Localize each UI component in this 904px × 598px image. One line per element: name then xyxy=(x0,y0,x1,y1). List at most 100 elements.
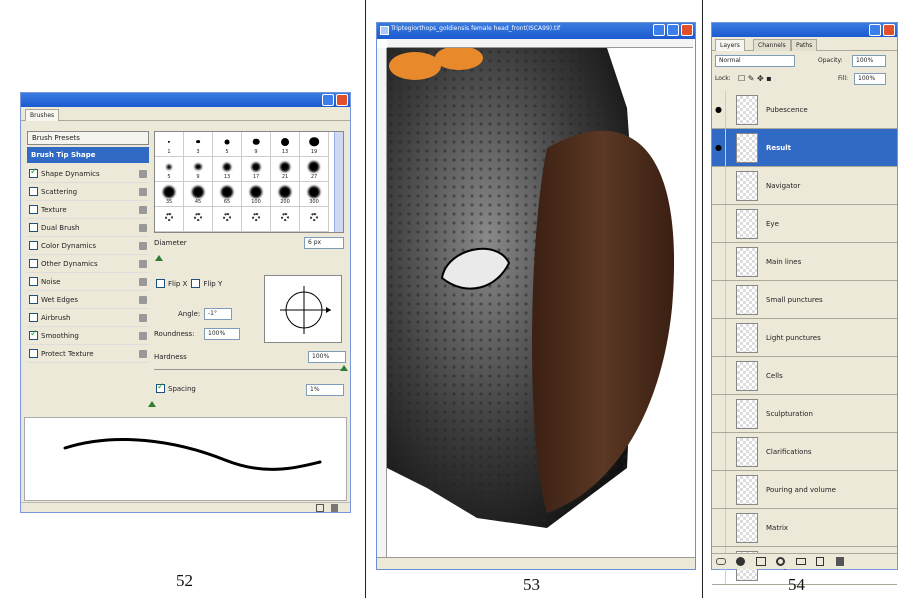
brush-tip-cell[interactable]: 13 xyxy=(271,132,300,157)
brush-option-item[interactable]: Shape Dynamics xyxy=(27,165,149,183)
brush-option-checkbox[interactable] xyxy=(29,205,38,214)
brush-tip-cell[interactable]: 5 xyxy=(213,132,242,157)
brush-tip-cell-special[interactable] xyxy=(300,207,329,232)
new-layer-icon[interactable] xyxy=(816,557,824,566)
visibility-toggle[interactable] xyxy=(712,471,726,508)
brush-option-item[interactable]: Texture xyxy=(27,201,149,219)
eye-icon[interactable]: ● xyxy=(712,129,726,166)
visibility-toggle[interactable] xyxy=(712,243,726,280)
brush-option-item[interactable]: Smoothing xyxy=(27,327,149,345)
blend-mode-select[interactable]: Normal xyxy=(715,55,795,67)
fill-field[interactable]: 100% xyxy=(854,73,886,85)
layer-row[interactable]: ● Pubescence xyxy=(712,91,897,129)
brush-tip-cell-special[interactable] xyxy=(271,207,300,232)
brush-option-checkbox[interactable] xyxy=(29,223,38,232)
layer-row[interactable]: Main lines xyxy=(712,243,897,281)
link-icon[interactable] xyxy=(716,558,726,565)
mask-icon[interactable] xyxy=(756,557,766,566)
hardness-slider-track[interactable] xyxy=(154,369,344,370)
canvas[interactable] xyxy=(387,48,693,558)
brush-option-checkbox[interactable] xyxy=(29,167,38,178)
brush-option-checkbox[interactable] xyxy=(29,329,38,340)
brush-tip-cell-special[interactable] xyxy=(184,207,213,232)
brush-tip-cell[interactable]: 13 xyxy=(213,157,242,182)
flip-y-checkbox[interactable] xyxy=(191,279,201,288)
brush-option-item[interactable]: Other Dynamics xyxy=(27,255,149,273)
brush-option-item[interactable]: Scattering xyxy=(27,183,149,201)
new-brush-icon[interactable] xyxy=(316,504,324,512)
layer-row[interactable]: Eye xyxy=(712,205,897,243)
tip-grid-scrollbar[interactable] xyxy=(334,132,343,232)
brush-tip-cell[interactable]: 35 xyxy=(155,182,184,207)
minimize-button[interactable] xyxy=(322,94,334,106)
brush-option-item[interactable]: Airbrush xyxy=(27,309,149,327)
brush-option-item[interactable]: Wet Edges xyxy=(27,291,149,309)
brush-tip-cell[interactable]: 1 xyxy=(155,132,184,157)
new-group-icon[interactable] xyxy=(796,558,806,565)
layer-row[interactable]: Light punctures xyxy=(712,319,897,357)
brush-tip-cell[interactable]: 17 xyxy=(242,157,271,182)
brush-tip-cell[interactable]: 200 xyxy=(271,182,300,207)
diameter-slider[interactable] xyxy=(155,255,163,261)
close-button[interactable] xyxy=(883,24,895,36)
brush-option-item[interactable]: Protect Texture xyxy=(27,345,149,363)
layer-row[interactable]: Cells xyxy=(712,357,897,395)
brush-tip-cell[interactable]: 3 xyxy=(184,132,213,157)
brush-tip-cell[interactable]: 27 xyxy=(300,157,329,182)
brush-tip-cell-special[interactable] xyxy=(155,207,184,232)
brush-option-checkbox[interactable] xyxy=(29,313,38,322)
lock-icons[interactable]: ☐ ✎ ✥ ▪ xyxy=(738,74,772,83)
brush-option-checkbox[interactable] xyxy=(29,349,38,358)
brush-option-checkbox[interactable] xyxy=(29,277,38,286)
layer-row[interactable]: Small punctures xyxy=(712,281,897,319)
layer-row[interactable]: Navigator xyxy=(712,167,897,205)
brush-tip-cell[interactable]: 21 xyxy=(271,157,300,182)
minimize-button[interactable] xyxy=(653,24,665,36)
minimize-button[interactable] xyxy=(869,24,881,36)
brush-tip-cell[interactable]: 19 xyxy=(300,132,329,157)
brush-tip-cell[interactable]: 45 xyxy=(184,182,213,207)
tab-brushes[interactable]: Brushes xyxy=(25,109,60,121)
close-button[interactable] xyxy=(681,24,693,36)
brush-tip-cell[interactable]: 100 xyxy=(242,182,271,207)
visibility-toggle[interactable] xyxy=(712,509,726,546)
brush-option-item[interactable]: Color Dynamics xyxy=(27,237,149,255)
brush-tip-cell[interactable]: 9 xyxy=(242,132,271,157)
hardness-field[interactable]: 100% xyxy=(308,351,346,363)
brush-presets-button[interactable]: Brush Presets xyxy=(27,131,149,145)
brush-tip-cell[interactable]: 9 xyxy=(184,157,213,182)
visibility-toggle[interactable] xyxy=(712,167,726,204)
visibility-toggle[interactable] xyxy=(712,205,726,242)
spacing-slider[interactable] xyxy=(148,401,156,407)
brush-option-checkbox[interactable] xyxy=(29,259,38,268)
flip-x-checkbox[interactable] xyxy=(156,279,165,288)
adjustment-icon[interactable] xyxy=(776,557,785,566)
tab-channels[interactable]: Channels xyxy=(753,39,791,51)
brush-tip-cell-special[interactable] xyxy=(213,207,242,232)
angle-field[interactable]: -1° xyxy=(204,308,232,320)
brush-option-checkbox[interactable] xyxy=(29,295,38,304)
spacing-checkbox[interactable] xyxy=(156,382,165,393)
opacity-field[interactable]: 100% xyxy=(852,55,886,67)
diameter-field[interactable]: 6 px xyxy=(304,237,344,249)
close-button[interactable] xyxy=(336,94,348,106)
brush-tip-grid[interactable]: 1 3 5 9 13 19 5 9 13 17 21 27 35 45 65 100 200 300 xyxy=(154,131,344,233)
brush-option-checkbox[interactable] xyxy=(29,187,38,196)
layer-style-icon[interactable] xyxy=(736,557,745,566)
visibility-toggle[interactable] xyxy=(712,281,726,318)
brush-option-item[interactable]: Dual Brush xyxy=(27,219,149,237)
brush-tip-cell[interactable]: 5 xyxy=(155,157,184,182)
layer-row[interactable]: Pouring and volume xyxy=(712,471,897,509)
eye-icon[interactable]: ● xyxy=(712,91,726,128)
brush-option-checkbox[interactable] xyxy=(29,241,38,250)
spacing-field[interactable]: 1% xyxy=(306,384,344,396)
brush-tip-cell[interactable]: 65 xyxy=(213,182,242,207)
layer-row[interactable]: Sculpturation xyxy=(712,395,897,433)
visibility-toggle[interactable] xyxy=(712,395,726,432)
roundness-field[interactable]: 100% xyxy=(204,328,240,340)
brush-tip-shape-item[interactable]: Brush Tip Shape xyxy=(27,147,149,163)
trash-icon[interactable] xyxy=(836,557,844,566)
brush-option-item[interactable]: Noise xyxy=(27,273,149,291)
maximize-button[interactable] xyxy=(667,24,679,36)
layer-row[interactable]: Matrix xyxy=(712,509,897,547)
